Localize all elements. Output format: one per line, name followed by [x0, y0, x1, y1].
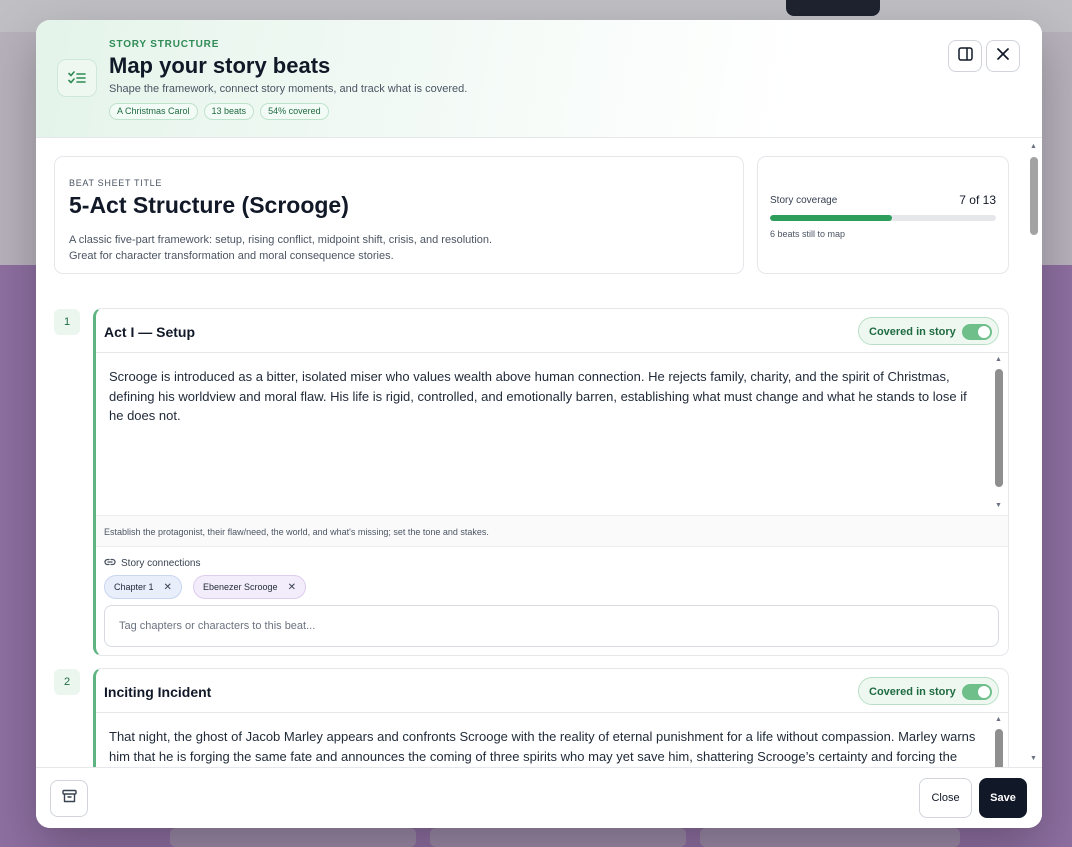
beat-sheet-description-line: Great for character transformation and m…: [69, 250, 394, 262]
switch-knob: [978, 686, 990, 698]
beat-count-chip: 13 beats: [203, 103, 255, 120]
coverage-progress-bar: [770, 215, 996, 221]
modal-body: BEAT SHEET TITLE 5-Act Structure (Scroog…: [36, 139, 1042, 767]
modal-header: STORY STRUCTURE Map your story beats Sha…: [36, 20, 1042, 138]
backdrop-primary-button: [786, 0, 880, 16]
covered-in-story-toggle[interactable]: Covered in story: [858, 317, 999, 345]
modal-subtitle: Shape the framework, connect story momen…: [109, 83, 468, 95]
archive-icon: [61, 789, 77, 808]
coverage-progress-fill: [770, 215, 893, 221]
scroll-up-icon[interactable]: ▲: [1030, 143, 1037, 150]
covered-switch[interactable]: [962, 684, 992, 700]
header-chips: A Christmas Carol 13 beats 54% covered: [109, 103, 329, 120]
backdrop-card: [170, 828, 416, 847]
covered-label: Covered in story: [869, 686, 956, 698]
chapter-tag: Chapter 1 ✕: [104, 575, 182, 599]
backdrop-card: [700, 828, 960, 847]
character-tag: Ebenezer Scrooge ✕: [193, 575, 306, 599]
beat-sheet-title-card: BEAT SHEET TITLE 5-Act Structure (Scroog…: [54, 156, 744, 274]
modal-scrollbar-thumb[interactable]: [1030, 157, 1038, 235]
beat-title[interactable]: Act I — Setup: [104, 324, 195, 340]
story-connections-header: Story connections: [104, 557, 201, 570]
remove-tag-icon[interactable]: ✕: [288, 582, 296, 593]
close-icon: [997, 47, 1009, 65]
link-icon: [104, 557, 116, 570]
beat-card: Inciting Incident Covered in story That …: [93, 668, 1009, 767]
coverage-count: 7 of 13: [959, 193, 996, 207]
beat-header: Act I — Setup Covered in story: [96, 309, 1008, 353]
tag-search-input[interactable]: Tag chapters or characters to this beat.…: [104, 605, 999, 647]
covered-switch[interactable]: [962, 324, 992, 340]
covered-in-story-toggle[interactable]: Covered in story: [858, 677, 999, 705]
modal-eyebrow: STORY STRUCTURE: [109, 39, 220, 50]
backdrop-card: [430, 828, 686, 847]
beat-sheet-title[interactable]: 5-Act Structure (Scrooge): [69, 192, 349, 219]
tag-label: Chapter 1: [114, 582, 154, 592]
beat-number: 2: [54, 669, 80, 695]
story-connections-label: Story connections: [121, 558, 201, 569]
switch-knob: [978, 326, 990, 338]
textarea-scrollbar[interactable]: [995, 729, 1003, 767]
story-coverage-card: Story coverage 7 of 13 6 beats still to …: [757, 156, 1009, 274]
beat-title[interactable]: Inciting Incident: [104, 684, 211, 700]
beat-description-textarea[interactable]: Scrooge is introduced as a bitter, isola…: [109, 367, 984, 426]
tag-label: Ebenezer Scrooge: [203, 582, 278, 592]
textarea-scrollbar[interactable]: [995, 369, 1003, 487]
coverage-note: 6 beats still to map: [770, 229, 846, 239]
project-chip: A Christmas Carol: [109, 103, 198, 120]
scroll-down-icon[interactable]: ▼: [1030, 755, 1037, 762]
beat-hint: Establish the protagonist, their flaw/ne…: [104, 527, 489, 537]
modal-footer: Close Save: [36, 767, 1042, 828]
toggle-panel-button[interactable]: [948, 40, 982, 72]
remove-tag-icon[interactable]: ✕: [164, 582, 172, 593]
beat-number: 1: [54, 309, 80, 335]
beat-sheet-description[interactable]: A classic five-part framework: setup, ri…: [69, 232, 709, 264]
covered-label: Covered in story: [869, 326, 956, 338]
close-modal-button[interactable]: [986, 40, 1020, 72]
story-beats-modal: STORY STRUCTURE Map your story beats Sha…: [36, 20, 1042, 828]
textarea-scroll-up-icon[interactable]: ▲: [995, 356, 1002, 363]
save-button[interactable]: Save: [979, 778, 1027, 818]
beat-sheet-label: BEAT SHEET TITLE: [69, 178, 163, 188]
coverage-chip: 54% covered: [260, 103, 329, 120]
textarea-scroll-up-icon[interactable]: ▲: [995, 716, 1002, 723]
beat-card: Act I — Setup Covered in story Scrooge i…: [93, 308, 1009, 656]
modal-title: Map your story beats: [109, 53, 331, 78]
coverage-label: Story coverage: [770, 195, 838, 206]
panel-layout-icon: [957, 46, 973, 66]
close-button[interactable]: Close: [919, 778, 972, 818]
beat-sheet-description-line: A classic five-part framework: setup, ri…: [69, 234, 493, 246]
textarea-scroll-down-icon[interactable]: ▼: [995, 502, 1002, 509]
beat-description-textarea[interactable]: That night, the ghost of Jacob Marley ap…: [109, 727, 984, 767]
beat-hint-row: Establish the protagonist, their flaw/ne…: [96, 515, 1008, 547]
checklist-icon: [57, 59, 97, 97]
archive-button[interactable]: [50, 780, 88, 817]
beat-header: Inciting Incident Covered in story: [96, 669, 1008, 713]
